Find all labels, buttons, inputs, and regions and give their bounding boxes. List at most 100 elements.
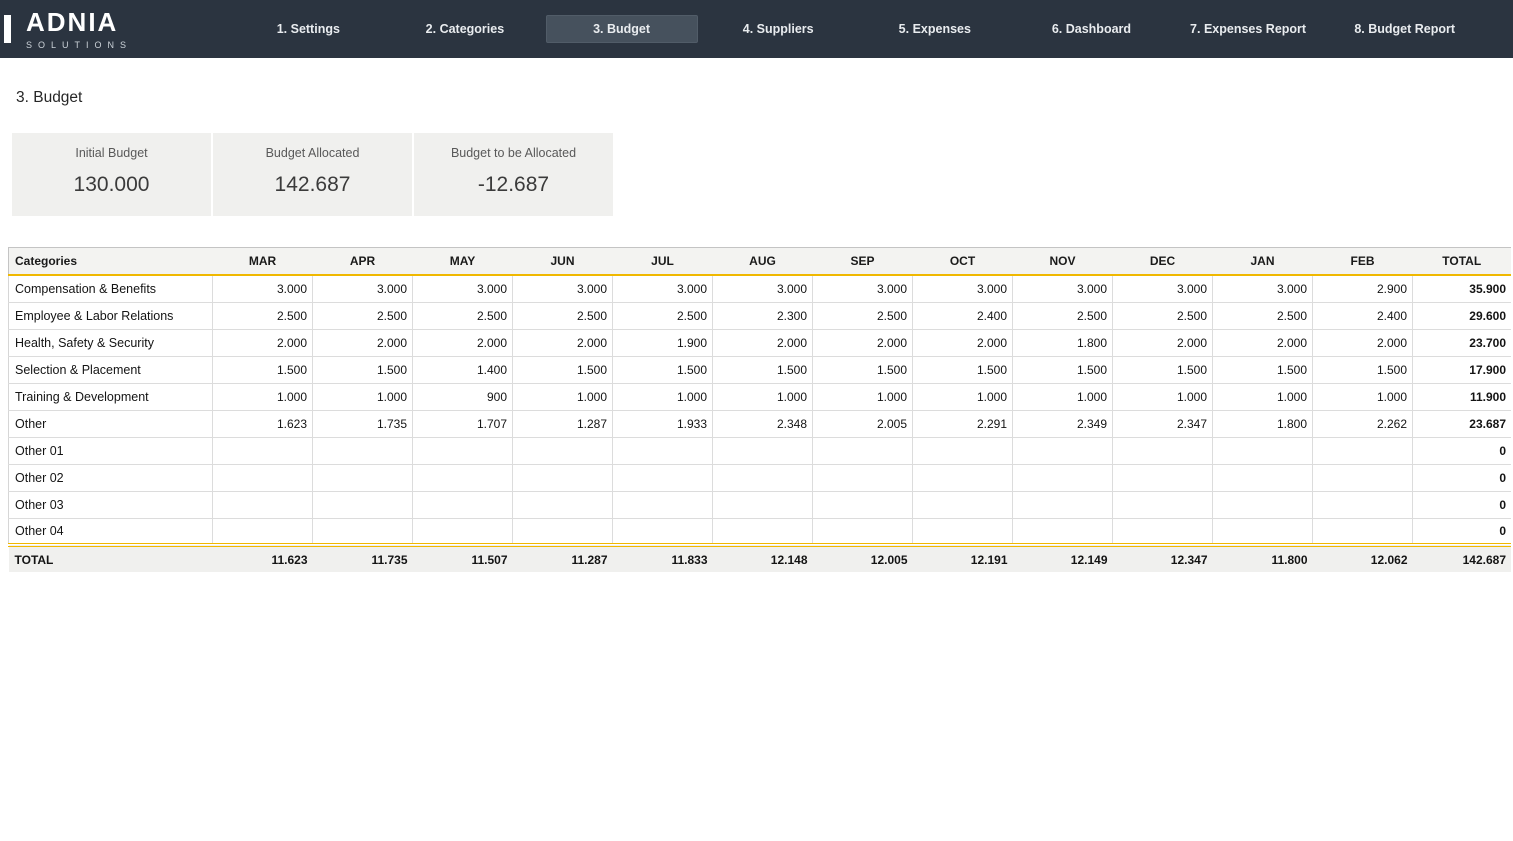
value-cell[interactable]: 1.500 — [913, 356, 1013, 383]
value-cell[interactable]: 2.349 — [1013, 410, 1113, 437]
value-cell[interactable]: 1.500 — [313, 356, 413, 383]
value-cell[interactable]: 1.623 — [213, 410, 313, 437]
value-cell[interactable]: 2.500 — [413, 302, 513, 329]
value-cell[interactable]: 2.500 — [213, 302, 313, 329]
value-cell[interactable] — [613, 491, 713, 518]
value-cell[interactable]: 1.800 — [1213, 410, 1313, 437]
category-cell[interactable]: Selection & Placement — [9, 356, 213, 383]
value-cell[interactable]: 1.500 — [613, 356, 713, 383]
value-cell[interactable]: 1.000 — [613, 383, 713, 410]
value-cell[interactable]: 1.500 — [513, 356, 613, 383]
value-cell[interactable]: 2.300 — [713, 302, 813, 329]
value-cell[interactable] — [513, 518, 613, 545]
value-cell[interactable] — [813, 491, 913, 518]
value-cell[interactable]: 2.000 — [1113, 329, 1213, 356]
value-cell[interactable]: 2.400 — [1313, 302, 1413, 329]
category-cell[interactable]: Training & Development — [9, 383, 213, 410]
value-cell[interactable] — [1213, 437, 1313, 464]
value-cell[interactable] — [313, 518, 413, 545]
value-cell[interactable]: 3.000 — [913, 275, 1013, 302]
value-cell[interactable] — [713, 464, 813, 491]
value-cell[interactable] — [1213, 518, 1313, 545]
value-cell[interactable]: 1.000 — [1113, 383, 1213, 410]
category-cell[interactable]: Other 04 — [9, 518, 213, 545]
value-cell[interactable] — [813, 437, 913, 464]
value-cell[interactable]: 1.000 — [713, 383, 813, 410]
value-cell[interactable] — [1013, 464, 1113, 491]
nav-tab-5-expenses[interactable]: 5. Expenses — [857, 15, 1014, 43]
value-cell[interactable]: 2.291 — [913, 410, 1013, 437]
value-cell[interactable]: 2.347 — [1113, 410, 1213, 437]
value-cell[interactable] — [613, 437, 713, 464]
value-cell[interactable] — [213, 437, 313, 464]
value-cell[interactable]: 2.500 — [513, 302, 613, 329]
nav-tab-4-suppliers[interactable]: 4. Suppliers — [700, 15, 857, 43]
value-cell[interactable] — [813, 464, 913, 491]
value-cell[interactable] — [513, 437, 613, 464]
value-cell[interactable] — [613, 518, 713, 545]
value-cell[interactable]: 2.000 — [1313, 329, 1413, 356]
value-cell[interactable] — [1213, 464, 1313, 491]
value-cell[interactable] — [413, 518, 513, 545]
value-cell[interactable]: 1.000 — [913, 383, 1013, 410]
value-cell[interactable]: 2.500 — [1213, 302, 1313, 329]
value-cell[interactable] — [513, 491, 613, 518]
value-cell[interactable]: 2.000 — [713, 329, 813, 356]
value-cell[interactable]: 1.500 — [213, 356, 313, 383]
value-cell[interactable]: 1.000 — [1213, 383, 1313, 410]
value-cell[interactable]: 3.000 — [313, 275, 413, 302]
value-cell[interactable] — [1013, 491, 1113, 518]
value-cell[interactable] — [713, 518, 813, 545]
value-cell[interactable]: 1.500 — [1113, 356, 1213, 383]
value-cell[interactable]: 2.000 — [313, 329, 413, 356]
value-cell[interactable] — [213, 491, 313, 518]
value-cell[interactable] — [513, 464, 613, 491]
value-cell[interactable]: 2.005 — [813, 410, 913, 437]
value-cell[interactable]: 2.500 — [313, 302, 413, 329]
value-cell[interactable] — [913, 437, 1013, 464]
nav-tab-3-budget[interactable]: 3. Budget — [543, 15, 700, 43]
value-cell[interactable] — [913, 518, 1013, 545]
value-cell[interactable] — [713, 491, 813, 518]
value-cell[interactable]: 3.000 — [613, 275, 713, 302]
value-cell[interactable]: 2.000 — [213, 329, 313, 356]
nav-tab-7-expenses-report[interactable]: 7. Expenses Report — [1170, 15, 1327, 43]
value-cell[interactable]: 2.500 — [1113, 302, 1213, 329]
value-cell[interactable] — [313, 437, 413, 464]
value-cell[interactable] — [1313, 437, 1413, 464]
value-cell[interactable] — [613, 464, 713, 491]
value-cell[interactable]: 1.500 — [1213, 356, 1313, 383]
category-cell[interactable]: Other 02 — [9, 464, 213, 491]
value-cell[interactable]: 1.500 — [713, 356, 813, 383]
value-cell[interactable]: 2.500 — [1013, 302, 1113, 329]
value-cell[interactable] — [413, 464, 513, 491]
value-cell[interactable] — [913, 491, 1013, 518]
value-cell[interactable]: 1.707 — [413, 410, 513, 437]
value-cell[interactable]: 3.000 — [213, 275, 313, 302]
value-cell[interactable]: 2.000 — [513, 329, 613, 356]
value-cell[interactable]: 1.500 — [1313, 356, 1413, 383]
value-cell[interactable]: 1.500 — [1013, 356, 1113, 383]
value-cell[interactable]: 1.287 — [513, 410, 613, 437]
value-cell[interactable]: 1.000 — [213, 383, 313, 410]
value-cell[interactable]: 1.000 — [1313, 383, 1413, 410]
value-cell[interactable] — [1113, 518, 1213, 545]
value-cell[interactable] — [213, 464, 313, 491]
value-cell[interactable]: 2.400 — [913, 302, 1013, 329]
value-cell[interactable] — [1113, 491, 1213, 518]
value-cell[interactable] — [1013, 437, 1113, 464]
value-cell[interactable] — [213, 518, 313, 545]
value-cell[interactable]: 1.000 — [513, 383, 613, 410]
value-cell[interactable] — [713, 437, 813, 464]
value-cell[interactable]: 2.000 — [913, 329, 1013, 356]
value-cell[interactable]: 2.000 — [413, 329, 513, 356]
value-cell[interactable] — [313, 464, 413, 491]
category-cell[interactable]: Health, Safety & Security — [9, 329, 213, 356]
value-cell[interactable] — [1113, 437, 1213, 464]
value-cell[interactable]: 3.000 — [713, 275, 813, 302]
value-cell[interactable]: 2.500 — [613, 302, 713, 329]
value-cell[interactable]: 2.000 — [1213, 329, 1313, 356]
value-cell[interactable]: 1.000 — [313, 383, 413, 410]
value-cell[interactable]: 1.735 — [313, 410, 413, 437]
value-cell[interactable]: 2.348 — [713, 410, 813, 437]
